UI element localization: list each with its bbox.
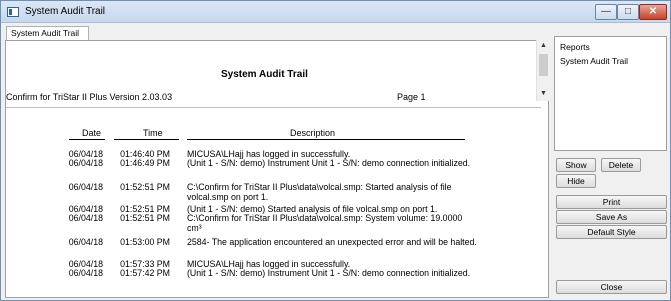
- hide-button[interactable]: Hide: [556, 174, 596, 188]
- delete-button[interactable]: Delete: [601, 158, 641, 172]
- column-underline-time: [114, 139, 179, 140]
- row-time: 01:46:49 PM: [120, 158, 170, 168]
- row-time: 01:52:51 PM: [120, 213, 170, 223]
- default-style-button[interactable]: Default Style: [556, 225, 667, 239]
- minimize-button[interactable]: —: [595, 4, 617, 20]
- report-title: System Audit Trail: [221, 69, 308, 80]
- row-description: C:\Confirm for TriStar II Plus\data\volc…: [187, 182, 452, 202]
- header-divider: [6, 107, 541, 108]
- reports-list-item[interactable]: System Audit Trail: [560, 56, 628, 66]
- row-date: 06/04/18: [68, 182, 103, 192]
- row-description: (Unit 1 - S/N: demo) Instrument Unit 1 -…: [187, 158, 471, 168]
- column-header-date: Date: [82, 128, 102, 138]
- reports-list[interactable]: Reports System Audit Trail: [554, 36, 667, 151]
- column-underline-date: [69, 139, 105, 140]
- window-title: System Audit Trail: [25, 6, 106, 17]
- scroll-down-icon[interactable]: ▼: [540, 90, 547, 97]
- app-window-icon: [7, 7, 19, 17]
- column-underline-description: [187, 139, 465, 140]
- column-header-time: Time: [143, 128, 163, 138]
- audit-trail-window: System Audit Trail — □ ✕ System Audit Tr…: [0, 0, 671, 301]
- maximize-button[interactable]: □: [617, 4, 639, 20]
- row-date: 06/04/18: [68, 213, 103, 223]
- report-scrollbar[interactable]: ▲ ▼: [536, 40, 549, 101]
- page-number: Page 1: [397, 92, 426, 102]
- row-date: 06/04/18: [68, 268, 103, 278]
- row-description: C:\Confirm for TriStar II Plus\data\volc…: [187, 213, 463, 233]
- row-description: (Unit 1 - S/N: demo) Instrument Unit 1 -…: [187, 268, 471, 278]
- save-as-button[interactable]: Save As: [556, 210, 667, 224]
- scroll-thumb[interactable]: [539, 54, 548, 76]
- title-bar: System Audit Trail — □ ✕: [1, 1, 670, 23]
- column-header-description: Description: [290, 128, 336, 138]
- close-button[interactable]: Close: [556, 280, 667, 294]
- row-description: 2584- The application encountered an une…: [187, 237, 477, 247]
- scroll-up-icon[interactable]: ▲: [540, 42, 547, 49]
- reports-list-header: Reports: [560, 42, 590, 52]
- version-text: Confirm for TriStar II Plus Version 2.03…: [6, 92, 173, 102]
- row-date: 06/04/18: [68, 237, 103, 247]
- tab-system-audit-trail[interactable]: System Audit Trail: [6, 26, 89, 40]
- print-button[interactable]: Print: [556, 195, 667, 209]
- show-button[interactable]: Show: [556, 158, 596, 172]
- close-window-button[interactable]: ✕: [639, 4, 667, 20]
- report-view: System Audit Trail Confirm for TriStar I…: [5, 40, 549, 298]
- row-time: 01:53:00 PM: [120, 237, 170, 247]
- row-time: 01:52:51 PM: [120, 182, 170, 192]
- row-date: 06/04/18: [68, 158, 103, 168]
- row-time: 01:57:42 PM: [120, 268, 170, 278]
